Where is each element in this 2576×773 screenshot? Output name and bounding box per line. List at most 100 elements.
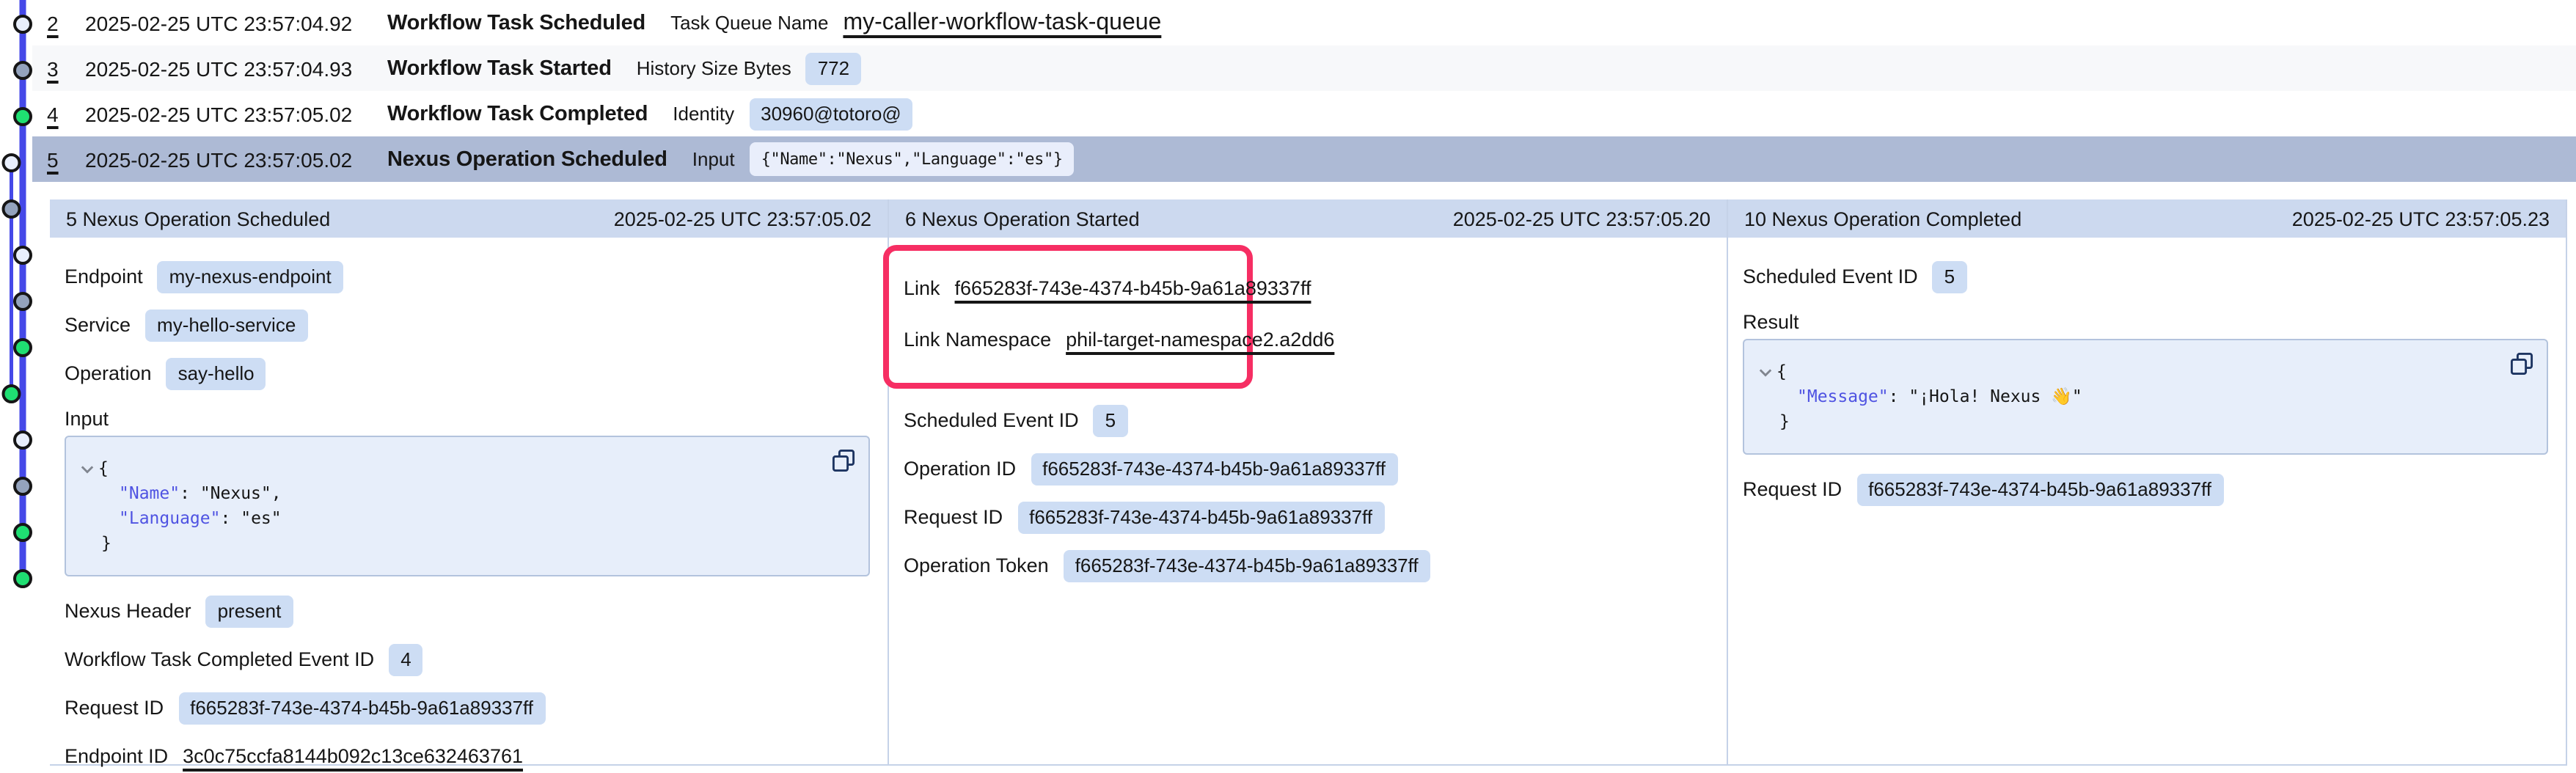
link-event-link[interactable]: f665283f-743e-4374-b45b-9a61a89337ff xyxy=(955,277,1311,299)
field-label: Request ID xyxy=(65,697,164,719)
field-label: Endpoint ID xyxy=(65,745,168,767)
timeline-marker-started[interactable] xyxy=(15,293,31,309)
field-scheduled-event-id: Scheduled Event ID 5 xyxy=(1743,260,2548,293)
event-id-link[interactable]: 5 xyxy=(47,147,67,171)
event-time: 2025-02-25 UTC 23:57:04.93 xyxy=(85,56,387,80)
input-label: Input xyxy=(65,408,870,430)
timeline-marker-completed[interactable] xyxy=(15,571,31,587)
json-key: "Message" xyxy=(1797,386,1889,406)
field-label: Nexus Header xyxy=(65,600,191,622)
panel-title: 6 Nexus Operation Started xyxy=(905,208,1140,230)
json-colon: : xyxy=(1889,386,1909,406)
panel-nexus-operation-scheduled: 5 Nexus Operation Scheduled 2025-02-25 U… xyxy=(50,199,888,764)
collapse-chevron-icon[interactable] xyxy=(1759,359,1777,384)
timeline-marker-scheduled[interactable] xyxy=(15,247,31,263)
field-request-id: Request ID f665283f-743e-4374-b45b-9a61a… xyxy=(1743,472,2548,506)
field-label: Endpoint xyxy=(65,265,143,287)
event-id-link[interactable]: 2 xyxy=(47,11,67,34)
field-link-namespace: Link Namespace phil-target-namespace2.a2… xyxy=(904,323,1232,356)
field-endpoint-id: Endpoint ID 3c0c75ccfa8144b092c13ce63246… xyxy=(65,739,870,773)
panel-header[interactable]: 10 Nexus Operation Completed 2025-02-25 … xyxy=(1728,199,2566,238)
timeline-marker-scheduled[interactable] xyxy=(15,16,31,32)
input-json-viewer: { "Name": "Nexus", "Language": "es" } xyxy=(65,436,870,576)
field-label: Workflow Task Completed Event ID xyxy=(65,648,374,670)
event-list: 2 2025-02-25 UTC 23:57:04.92 Workflow Ta… xyxy=(32,0,2576,182)
panel-timestamp: 2025-02-25 UTC 23:57:05.23 xyxy=(2292,208,2550,230)
field-value-badge: f665283f-743e-4374-b45b-9a61a89337ff xyxy=(1064,549,1430,582)
field-nexus-header: Nexus Header present xyxy=(65,594,870,628)
field-value-badge: f665283f-743e-4374-b45b-9a61a89337ff xyxy=(178,692,545,724)
json-close-brace: } xyxy=(101,532,111,553)
field-value-badge: my-nexus-endpoint xyxy=(158,260,343,293)
field-value-badge: say-hello xyxy=(167,357,266,389)
json-colon: : xyxy=(221,508,241,528)
event-row-4[interactable]: 4 2025-02-25 UTC 23:57:05.02 Workflow Ta… xyxy=(32,91,2576,136)
event-name: Nexus Operation Scheduled xyxy=(387,147,667,171)
copy-icon[interactable] xyxy=(2510,352,2533,375)
timeline-marker-started[interactable] xyxy=(4,201,20,217)
json-key: "Name" xyxy=(119,483,180,503)
event-row-3[interactable]: 3 2025-02-25 UTC 23:57:04.93 Workflow Ta… xyxy=(32,45,2576,91)
event-id-link[interactable]: 3 xyxy=(47,56,67,80)
field-label: Operation Token xyxy=(904,554,1049,576)
json-comma: , xyxy=(271,483,282,503)
event-row-5-selected[interactable]: 5 2025-02-25 UTC 23:57:05.02 Nexus Opera… xyxy=(32,136,2576,182)
field-value-badge: present xyxy=(206,595,293,627)
timeline-marker-started[interactable] xyxy=(15,62,31,78)
field-value-badge: f665283f-743e-4374-b45b-9a61a89337ff xyxy=(1031,453,1397,485)
field-operation-token: Operation Token f665283f-743e-4374-b45b-… xyxy=(904,549,1709,582)
json-open-brace: { xyxy=(1777,361,1787,381)
timeline-marker-scheduled[interactable] xyxy=(15,432,31,448)
collapse-chevron-icon[interactable] xyxy=(81,456,98,481)
field-service: Service my-hello-service xyxy=(65,308,870,342)
timeline-marker-completed[interactable] xyxy=(4,386,20,402)
panel-body: Link f665283f-743e-4374-b45b-9a61a89337f… xyxy=(889,238,1727,764)
panel-body: Scheduled Event ID 5 Result { "Message":… xyxy=(1728,238,2566,764)
json-value: "Nexus" xyxy=(200,483,271,503)
attr-label: Input xyxy=(692,148,735,170)
field-value-badge: 5 xyxy=(1094,404,1127,436)
panel-title: 10 Nexus Operation Completed xyxy=(1744,208,2021,230)
event-row-2[interactable]: 2 2025-02-25 UTC 23:57:04.92 Workflow Ta… xyxy=(32,0,2576,45)
field-endpoint: Endpoint my-nexus-endpoint xyxy=(65,260,870,293)
attr-value-badge: 772 xyxy=(806,52,861,84)
json-close-brace: } xyxy=(1779,411,1790,431)
endpoint-id-link[interactable]: 3c0c75ccfa8144b092c13ce632463761 xyxy=(183,745,523,767)
field-operation: Operation say-hello xyxy=(65,356,870,390)
field-value-badge: 5 xyxy=(1933,260,1966,293)
timeline-marker-completed[interactable] xyxy=(15,524,31,541)
input-payload-badge: {"Name":"Nexus","Language":"es"} xyxy=(750,142,1075,176)
field-scheduled-event-id: Scheduled Event ID 5 xyxy=(904,403,1709,437)
event-name: Workflow Task Scheduled xyxy=(387,11,645,34)
panel-header[interactable]: 5 Nexus Operation Scheduled 2025-02-25 U… xyxy=(50,199,888,238)
event-time: 2025-02-25 UTC 23:57:04.92 xyxy=(85,11,387,34)
workflow-event-history-view: 2 2025-02-25 UTC 23:57:04.92 Workflow Ta… xyxy=(0,0,2576,773)
json-value: "¡Hola! Nexus 👋" xyxy=(1909,386,2082,406)
task-queue-link[interactable]: my-caller-workflow-task-queue xyxy=(843,10,1161,36)
event-name: Workflow Task Completed xyxy=(387,102,648,125)
field-value-badge: 4 xyxy=(389,643,422,675)
attr-value-badge: 30960@totoro@ xyxy=(749,98,913,130)
event-time: 2025-02-25 UTC 23:57:05.02 xyxy=(85,147,387,171)
panel-timestamp: 2025-02-25 UTC 23:57:05.02 xyxy=(614,208,871,230)
field-link: Link f665283f-743e-4374-b45b-9a61a89337f… xyxy=(904,271,1232,305)
field-label: Scheduled Event ID xyxy=(1743,265,1918,287)
timeline-marker-completed[interactable] xyxy=(15,340,31,356)
copy-icon[interactable] xyxy=(832,449,855,472)
event-id-link[interactable]: 4 xyxy=(47,102,67,125)
field-request-id: Request ID f665283f-743e-4374-b45b-9a61a… xyxy=(904,500,1709,534)
attr-label: Task Queue Name xyxy=(670,12,828,34)
field-label: Request ID xyxy=(1743,478,1842,500)
field-label: Link Namespace xyxy=(904,329,1051,351)
field-value-badge: f665283f-743e-4374-b45b-9a61a89337ff xyxy=(1017,501,1384,533)
field-label: Operation xyxy=(65,362,152,384)
panel-body: Endpoint my-nexus-endpoint Service my-he… xyxy=(50,238,888,773)
link-namespace-link[interactable]: phil-target-namespace2.a2dd6 xyxy=(1066,329,1334,351)
timeline-marker-started[interactable] xyxy=(15,478,31,494)
field-label: Operation ID xyxy=(904,458,1016,480)
panel-header[interactable]: 6 Nexus Operation Started 2025-02-25 UTC… xyxy=(889,199,1727,238)
event-time: 2025-02-25 UTC 23:57:05.02 xyxy=(85,102,387,125)
timeline-marker-scheduled[interactable] xyxy=(4,155,20,171)
timeline-marker-completed[interactable] xyxy=(15,109,31,125)
json-key: "Language" xyxy=(119,508,221,528)
